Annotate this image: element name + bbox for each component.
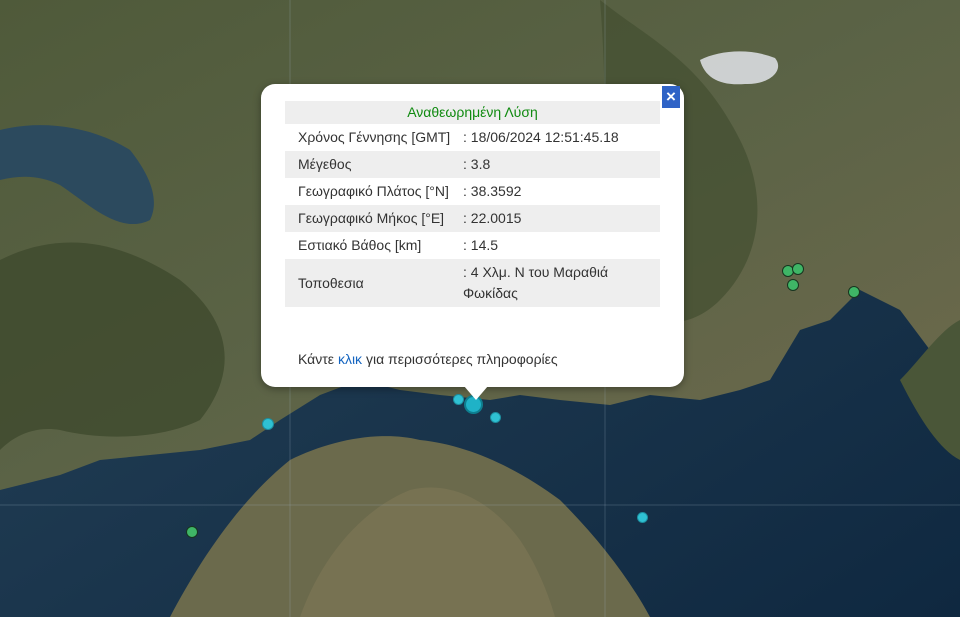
detail-label: Μέγεθος xyxy=(285,151,458,178)
earthquake-marker[interactable] xyxy=(490,412,501,423)
earthquake-details-table: Αναθεωρημένη Λύση Χρόνος Γέννησης [GMT] … xyxy=(285,101,660,307)
popup-heading: Αναθεωρημένη Λύση xyxy=(285,101,660,124)
earthquake-marker[interactable] xyxy=(787,279,799,291)
earthquake-marker[interactable] xyxy=(453,394,464,405)
more-info-suffix: για περισσότερες πληροφορίες xyxy=(365,351,558,367)
detail-value: : 14.5 xyxy=(463,237,499,253)
detail-label: Γεωγραφικό Πλάτος [°N] xyxy=(298,183,449,199)
more-info-line: Κάντε κλικ για περισσότερες πληροφορίες xyxy=(298,351,558,367)
detail-value: : 38.3592 xyxy=(463,183,522,199)
detail-label: Γεωγραφικό Μήκος [°E] xyxy=(285,205,458,232)
detail-row-depth: Εστιακό Βάθος [km] : 14.5 xyxy=(285,232,660,259)
detail-value: : 4 Χλμ. Ν του Μαραθιά Φωκίδας xyxy=(458,259,660,307)
popup-pointer xyxy=(464,386,488,400)
close-icon[interactable]: × xyxy=(662,86,680,108)
earthquake-marker[interactable] xyxy=(792,263,804,275)
earthquake-marker[interactable] xyxy=(262,418,274,430)
earthquake-marker[interactable] xyxy=(848,286,860,298)
detail-value: : 22.0015 xyxy=(458,205,660,232)
detail-row-origin-time: Χρόνος Γέννησης [GMT] : 18/06/2024 12:51… xyxy=(285,124,660,151)
more-info-link[interactable]: κλικ xyxy=(338,351,362,367)
earthquake-marker[interactable] xyxy=(186,526,198,538)
detail-row-magnitude: Μέγεθος : 3.8 xyxy=(285,151,660,178)
detail-label: Εστιακό Βάθος [km] xyxy=(298,237,422,253)
detail-value: : 3.8 xyxy=(458,151,660,178)
earthquake-marker[interactable] xyxy=(637,512,648,523)
detail-row-latitude: Γεωγραφικό Πλάτος [°N] : 38.3592 xyxy=(285,178,660,205)
detail-row-longitude: Γεωγραφικό Μήκος [°E] : 22.0015 xyxy=(285,205,660,232)
detail-value: : 18/06/2024 12:51:45.18 xyxy=(463,129,619,145)
more-info-prefix: Κάντε xyxy=(298,351,335,367)
detail-label: Τοποθεσια xyxy=(285,259,458,307)
detail-row-location: Τοποθεσια : 4 Χλμ. Ν του Μαραθιά Φωκίδας xyxy=(285,259,660,307)
detail-label: Χρόνος Γέννησης [GMT] xyxy=(298,129,451,145)
